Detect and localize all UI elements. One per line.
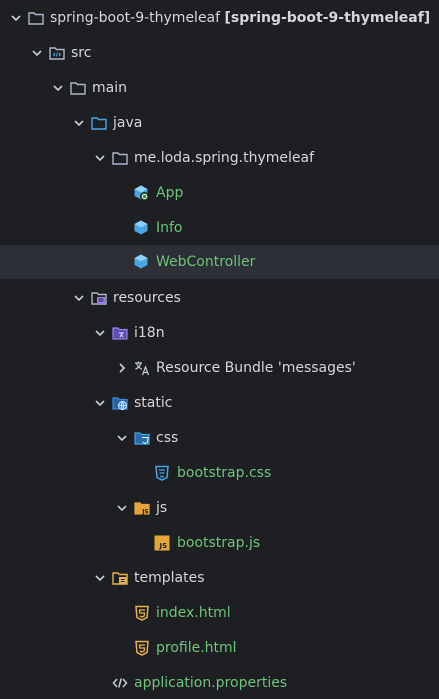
tree-row-src[interactable]: src	[0, 36, 439, 70]
js-file-icon: JS	[153, 534, 171, 552]
js-folder-icon: JS	[133, 499, 151, 517]
tree-row-java[interactable]: java	[0, 106, 439, 140]
chevron-down-icon[interactable]	[94, 572, 106, 584]
i18n-folder-icon	[111, 324, 129, 342]
chevron-down-icon[interactable]	[116, 432, 128, 444]
tree-row-index-html[interactable]: index.html	[0, 596, 439, 630]
svg-text:JS: JS	[159, 542, 168, 550]
properties-file-icon	[111, 674, 129, 692]
resource-bundle-icon	[133, 359, 151, 377]
tree-item-label: java	[113, 115, 143, 131]
tree-row-package[interactable]: me.loda.spring.thymeleaf	[0, 141, 439, 175]
css-file-icon	[153, 464, 171, 482]
tree-row-profile-html[interactable]: profile.html	[0, 631, 439, 665]
package-folder-icon	[111, 149, 129, 167]
tree-item-label: css	[156, 430, 179, 446]
tree-row-bootstrap-css[interactable]: bootstrap.css	[0, 456, 439, 490]
chevron-down-icon[interactable]	[94, 397, 106, 409]
svg-text:JS: JS	[141, 508, 149, 515]
tree-item-label: Info	[156, 220, 183, 236]
tree-item-label: profile.html	[156, 640, 237, 656]
chevron-down-icon[interactable]	[94, 327, 106, 339]
source-folder-icon	[48, 44, 66, 62]
tree-item-label: main	[92, 80, 127, 96]
tree-row-i18n[interactable]: i18n	[0, 316, 439, 350]
html-file-icon	[133, 604, 151, 622]
web-folder-icon	[111, 394, 129, 412]
tree-row-templates[interactable]: templates	[0, 561, 439, 595]
tree-item-label: bootstrap.js	[177, 535, 261, 551]
tree-row-resource-bundle[interactable]: Resource Bundle 'messages'	[0, 351, 439, 385]
tree-row-project-root[interactable]: spring-boot-9-thymeleaf [spring-boot-9-t…	[0, 1, 439, 35]
chevron-down-icon[interactable]	[73, 117, 85, 129]
html-file-icon	[133, 639, 151, 657]
tree-item-label: index.html	[156, 605, 231, 621]
tree-item-label: src	[71, 45, 92, 61]
tree-row-bootstrap-js[interactable]: JS bootstrap.js	[0, 526, 439, 560]
tree-row-application-properties[interactable]: application.properties	[0, 666, 439, 699]
tree-row-webcontroller[interactable]: WebController	[0, 245, 439, 279]
project-tree: spring-boot-9-thymeleaf [spring-boot-9-t…	[0, 0, 439, 699]
folder-icon	[69, 79, 87, 97]
tree-item-label: App	[156, 185, 184, 201]
tree-item-label: static	[134, 395, 173, 411]
chevron-right-icon[interactable]	[116, 362, 128, 374]
tree-item-label: resources	[113, 290, 181, 306]
tree-item-label: templates	[134, 570, 205, 586]
java-class-icon	[132, 253, 150, 271]
chevron-down-icon[interactable]	[116, 502, 128, 514]
tree-item-label: bootstrap.css	[177, 465, 272, 481]
templates-folder-icon	[111, 569, 129, 587]
tree-item-label: WebController	[156, 254, 256, 270]
tree-row-resources[interactable]: resources	[0, 281, 439, 315]
java-class-icon	[132, 219, 150, 237]
spring-class-icon	[132, 184, 150, 202]
tree-row-info[interactable]: Info	[0, 211, 439, 245]
chevron-down-icon[interactable]	[73, 292, 85, 304]
tree-item-label: Resource Bundle 'messages'	[156, 360, 356, 376]
tree-row-app[interactable]: App	[0, 176, 439, 210]
chevron-down-icon[interactable]	[31, 47, 43, 59]
tree-row-css[interactable]: css	[0, 421, 439, 455]
resources-folder-icon	[90, 289, 108, 307]
chevron-down-icon[interactable]	[52, 82, 64, 94]
chevron-down-icon[interactable]	[94, 152, 106, 164]
tree-item-label: js	[156, 500, 168, 516]
chevron-down-icon[interactable]	[10, 12, 22, 24]
tree-item-label: spring-boot-9-thymeleaf [spring-boot-9-t…	[50, 10, 431, 26]
folder-icon	[27, 9, 45, 27]
tree-row-static[interactable]: static	[0, 386, 439, 420]
tree-row-js[interactable]: JS js	[0, 491, 439, 525]
tree-item-label: me.loda.spring.thymeleaf	[134, 150, 315, 166]
tree-row-main[interactable]: main	[0, 71, 439, 105]
tree-item-label: i18n	[134, 325, 165, 341]
tree-item-label: application.properties	[134, 675, 288, 691]
css-folder-icon	[133, 429, 151, 447]
module-name-label: [spring-boot-9-thymeleaf]	[224, 10, 431, 26]
source-folder-icon	[90, 114, 108, 132]
